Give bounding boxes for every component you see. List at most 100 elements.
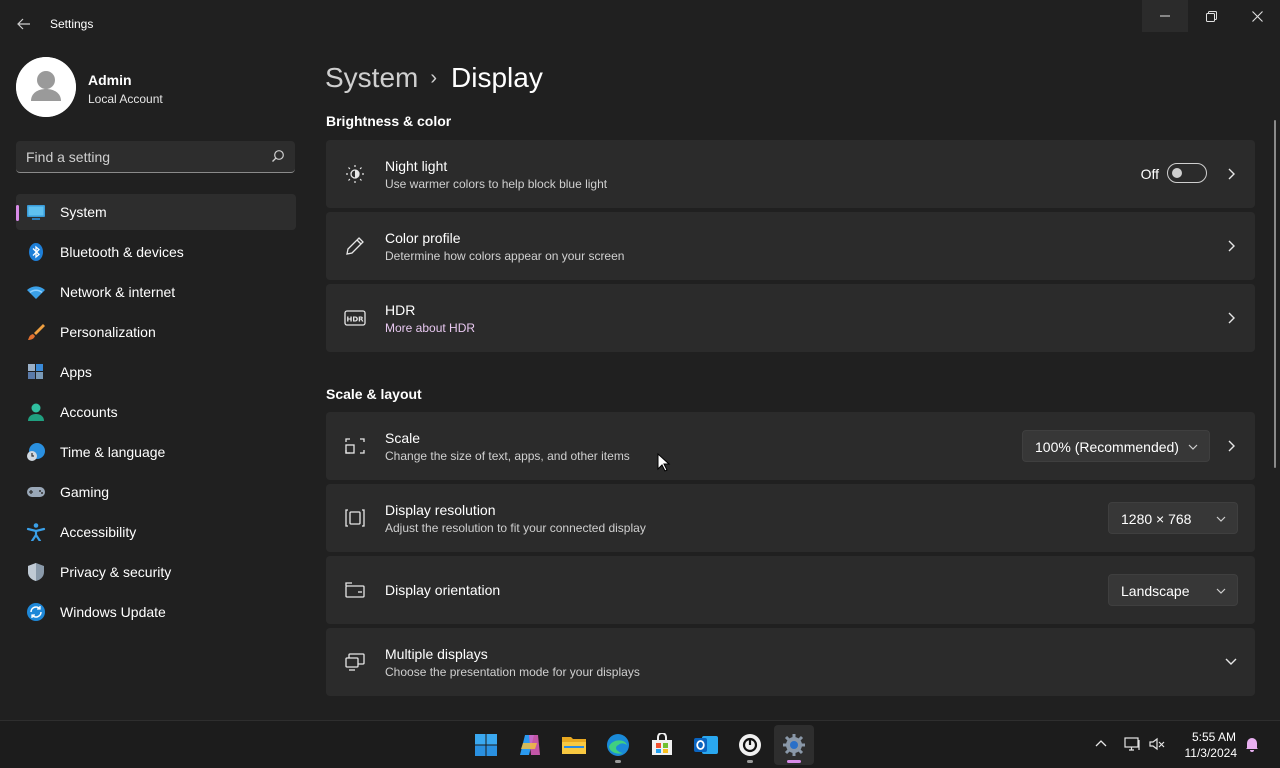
clock-time[interactable]: 5:55 AM: [1180, 730, 1236, 744]
outlook-icon: [694, 736, 718, 754]
hdr-card[interactable]: HDR HDR More about HDR: [326, 284, 1255, 352]
sidebar-item-bluetooth[interactable]: Bluetooth & devices: [16, 234, 296, 270]
multiple-displays-card[interactable]: Multiple displays Choose the presentatio…: [326, 628, 1255, 696]
sidebar-item-gaming[interactable]: Gaming: [16, 474, 296, 510]
orientation-dropdown[interactable]: Landscape: [1108, 574, 1238, 606]
display-resolution-description: Adjust the resolution to fit your connec…: [385, 521, 646, 535]
sidebar-item-label: System: [60, 204, 107, 220]
title-bar: Settings: [0, 0, 1280, 48]
start-button[interactable]: [466, 725, 506, 765]
hdr-label: HDR: [385, 302, 416, 318]
night-light-description: Use warmer colors to help block blue lig…: [385, 177, 608, 191]
scale-card[interactable]: Scale Change the size of text, apps, and…: [326, 412, 1255, 480]
sidebar-item-apps[interactable]: Apps: [16, 354, 296, 390]
sidebar-item-label: Windows Update: [60, 604, 166, 620]
copilot-icon: [520, 735, 540, 755]
sidebar-item-label: Bluetooth & devices: [60, 244, 184, 260]
update-icon: [27, 603, 45, 621]
orientation-icon: [345, 582, 365, 598]
sidebar-item-accessibility[interactable]: Accessibility: [16, 514, 296, 550]
sidebar-item-network[interactable]: Network & internet: [16, 274, 296, 310]
file-explorer-app[interactable]: [554, 725, 594, 765]
search-icon[interactable]: [271, 149, 285, 163]
multiple-displays-description: Choose the presentation mode for your di…: [385, 665, 640, 679]
show-hidden-icons-button[interactable]: [1090, 733, 1112, 755]
resolution-value: 1280 × 768: [1121, 511, 1192, 527]
system-icon: [27, 205, 45, 220]
multiple-displays-label: Multiple displays: [385, 646, 488, 662]
night-light-toggle[interactable]: [1167, 163, 1207, 183]
scale-value: 100% (Recommended): [1035, 439, 1179, 455]
search-input[interactable]: [26, 141, 256, 172]
outlook-app[interactable]: [686, 725, 726, 765]
volume-muted-icon: [1149, 737, 1165, 751]
scale-label: Scale: [385, 430, 421, 446]
sidebar-item-accounts[interactable]: Accounts: [16, 394, 296, 430]
sidebar-item-system[interactable]: System: [16, 194, 296, 230]
bluetooth-icon: [29, 243, 43, 261]
color-profile-card[interactable]: Color profile Determine how colors appea…: [326, 212, 1255, 280]
shield-icon: [28, 563, 44, 581]
sidebar-item-label: Personalization: [60, 324, 156, 340]
search-box[interactable]: [16, 141, 295, 173]
notifications-button[interactable]: [1241, 733, 1263, 755]
hdr-link[interactable]: More about HDR: [385, 321, 475, 335]
app-title: Settings: [50, 17, 94, 31]
sidebar-item-privacy[interactable]: Privacy & security: [16, 554, 296, 590]
pen-icon: [346, 237, 364, 255]
brush-icon: [28, 324, 45, 340]
edge-app[interactable]: [598, 725, 638, 765]
chevron-down-icon[interactable]: [1223, 654, 1239, 670]
avatar: [16, 57, 76, 117]
network-button[interactable]: [1122, 733, 1144, 755]
network-icon: [1124, 737, 1140, 751]
chevron-right-icon[interactable]: [1225, 438, 1237, 454]
sidebar-item-label: Gaming: [60, 484, 110, 500]
sidebar-item-personalization[interactable]: Personalization: [16, 314, 296, 350]
sidebar-item-time-language[interactable]: Time & language: [16, 434, 296, 470]
night-light-state: Off: [1140, 166, 1159, 182]
mouse-cursor-icon: [657, 453, 671, 472]
breadcrumb-parent[interactable]: System: [325, 62, 418, 94]
orientation-value: Landscape: [1121, 583, 1190, 599]
taskbar: 5:55 AM 11/3/2024: [0, 720, 1280, 768]
night-light-card[interactable]: Night light Use warmer colors to help bl…: [326, 140, 1255, 208]
minimize-button[interactable]: [1142, 0, 1188, 32]
resolution-dropdown[interactable]: 1280 × 768: [1108, 502, 1238, 534]
display-resolution-card[interactable]: Display resolution Adjust the resolution…: [326, 484, 1255, 552]
scale-dropdown[interactable]: 100% (Recommended): [1022, 430, 1210, 462]
store-icon: [652, 733, 672, 755]
chevron-right-icon[interactable]: [1225, 310, 1237, 326]
chevron-right-icon[interactable]: [1225, 238, 1237, 254]
toggle-knob: [1172, 168, 1182, 178]
sidebar-item-windows-update[interactable]: Windows Update: [16, 594, 296, 630]
wifi-icon: [27, 286, 45, 299]
minimize-icon: [1160, 15, 1170, 17]
page-title: Display: [451, 62, 543, 93]
scrollbar[interactable]: [1274, 120, 1276, 468]
breadcrumb: System › Display: [325, 58, 543, 98]
close-button[interactable]: [1234, 0, 1280, 32]
store-app[interactable]: [642, 725, 682, 765]
profile-name: Admin: [88, 72, 132, 88]
user-profile[interactable]: Admin Local Account: [16, 57, 296, 117]
night-light-label: Night light: [385, 158, 448, 174]
settings-app[interactable]: [774, 725, 814, 765]
sidebar-item-label: Network & internet: [60, 284, 176, 300]
restore-button[interactable]: [1188, 0, 1234, 32]
scale-description: Change the size of text, apps, and other…: [385, 449, 630, 463]
running-indicator: [747, 760, 753, 763]
breadcrumb-separator-icon: ›: [430, 66, 438, 89]
chevron-right-icon[interactable]: [1225, 166, 1237, 182]
copilot-app[interactable]: [510, 725, 550, 765]
clock-date[interactable]: 11/3/2024: [1180, 746, 1238, 760]
profile-account-type: Local Account: [88, 92, 163, 106]
edge-icon: [607, 734, 629, 756]
display-orientation-card[interactable]: Display orientation Landscape: [326, 556, 1255, 624]
volume-button[interactable]: [1146, 733, 1168, 755]
back-button[interactable]: [12, 12, 36, 36]
chatgpt-app[interactable]: [730, 725, 770, 765]
chevron-down-icon: [1216, 588, 1226, 594]
back-arrow-icon: [17, 18, 30, 30]
sidebar-item-label: Apps: [60, 364, 92, 380]
